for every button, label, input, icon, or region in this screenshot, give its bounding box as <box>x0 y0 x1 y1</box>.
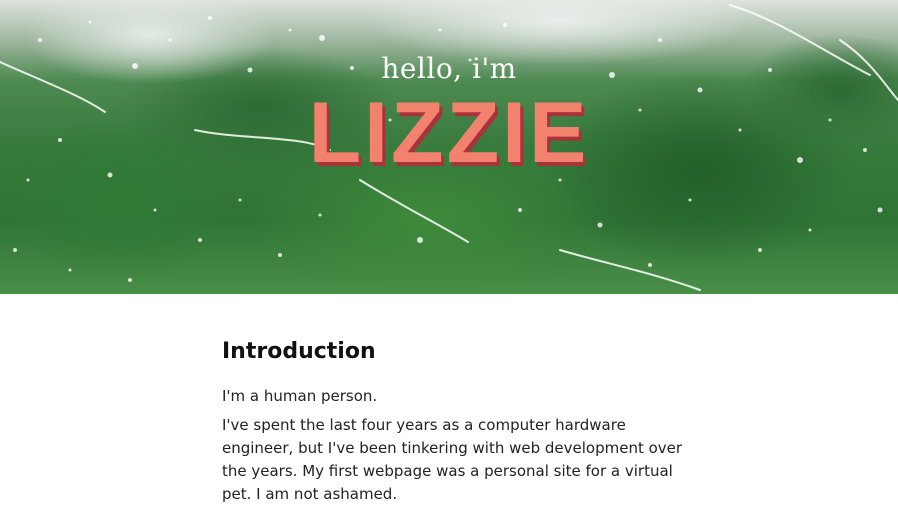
intro-paragraph-1: I'm a human person. <box>222 387 378 405</box>
hero-banner: hello, i'm LIZZIE <box>0 0 898 294</box>
main-content: Introduction I'm a human person. I've sp… <box>222 333 692 512</box>
hero-greeting: hello, i'm <box>381 52 517 85</box>
section-heading: Introduction <box>222 339 376 364</box>
hero-name-title: LIZZIE <box>308 85 590 181</box>
intro-paragraph-2: I've spent the last four years as a comp… <box>222 416 683 503</box>
